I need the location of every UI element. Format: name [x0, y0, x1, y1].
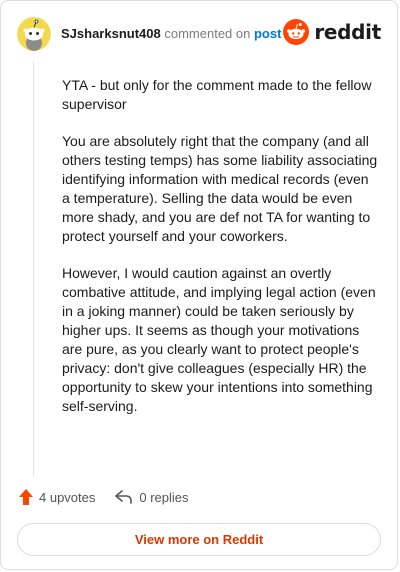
comment-body: YTA - but only for the comment made to t…: [62, 76, 380, 434]
upvote-arrow-icon: [19, 489, 33, 505]
thread-line: [33, 61, 34, 476]
comment-footer: 4 upvotes 0 replies: [19, 489, 209, 505]
reply-arrow-icon: [115, 490, 133, 504]
username-link[interactable]: SJsharksnut408: [61, 26, 161, 41]
upvote-count: 4 upvotes: [39, 489, 96, 505]
post-link[interactable]: post: [254, 26, 281, 41]
snoo-avatar-icon: [17, 17, 51, 51]
reddit-wordmark: reddit: [314, 20, 381, 44]
user-avatar[interactable]: [17, 17, 51, 51]
commented-on-text: commented on: [164, 26, 251, 41]
reddit-logo-icon: [283, 19, 310, 45]
reply-button[interactable]: 0 replies: [115, 489, 189, 505]
comment-paragraph-3: However, I would caution against an over…: [62, 265, 376, 414]
upvote-button[interactable]: 4 upvotes: [19, 489, 95, 505]
comment-paragraph-2: You are absolutely right that the compan…: [62, 133, 378, 244]
view-more-on-reddit-button[interactable]: View more on Reddit: [17, 523, 381, 556]
comment-paragraph-1: YTA - but only for the comment made to t…: [62, 77, 372, 112]
reddit-brand[interactable]: reddit: [283, 19, 381, 45]
reply-count: 0 replies: [139, 489, 189, 505]
comment-meta: SJsharksnut408 commented on post: [61, 26, 281, 42]
comment-header: SJsharksnut408 commented on post reddit: [17, 17, 381, 51]
embedded-comment-card: SJsharksnut408 commented on post reddit …: [0, 0, 398, 570]
